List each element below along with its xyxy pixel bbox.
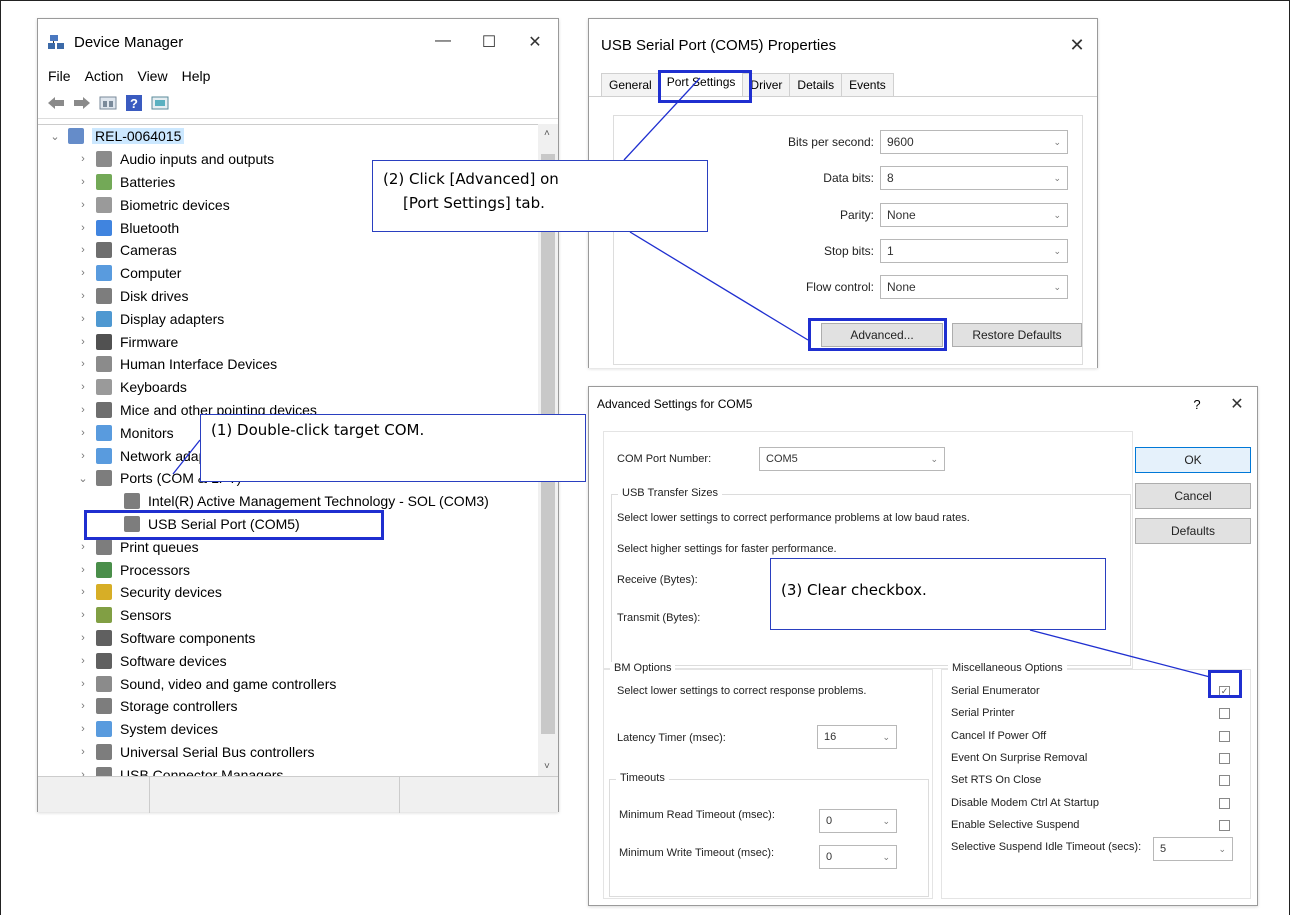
connector-line-1: [172, 439, 201, 475]
callout-step-2: (2) Click [Advanced] on [Port Settings] …: [372, 160, 708, 232]
connector-line-2a: [623, 77, 701, 161]
callout-step-1: (1) Double-click target COM.: [200, 414, 586, 482]
callout-step-2-line-2: [Port Settings] tab.: [403, 194, 545, 212]
callout-step-3-text: (3) Clear checkbox.: [781, 581, 927, 599]
connector-line-3: [1029, 629, 1211, 678]
connector-line-2b: [629, 231, 809, 341]
callout-step-1-text: (1) Double-click target COM.: [211, 421, 425, 439]
callout-step-2-line-1: (2) Click [Advanced] on: [383, 170, 559, 188]
callout-step-3: (3) Clear checkbox.: [770, 558, 1106, 630]
callout-connectors: [172, 77, 1211, 678]
